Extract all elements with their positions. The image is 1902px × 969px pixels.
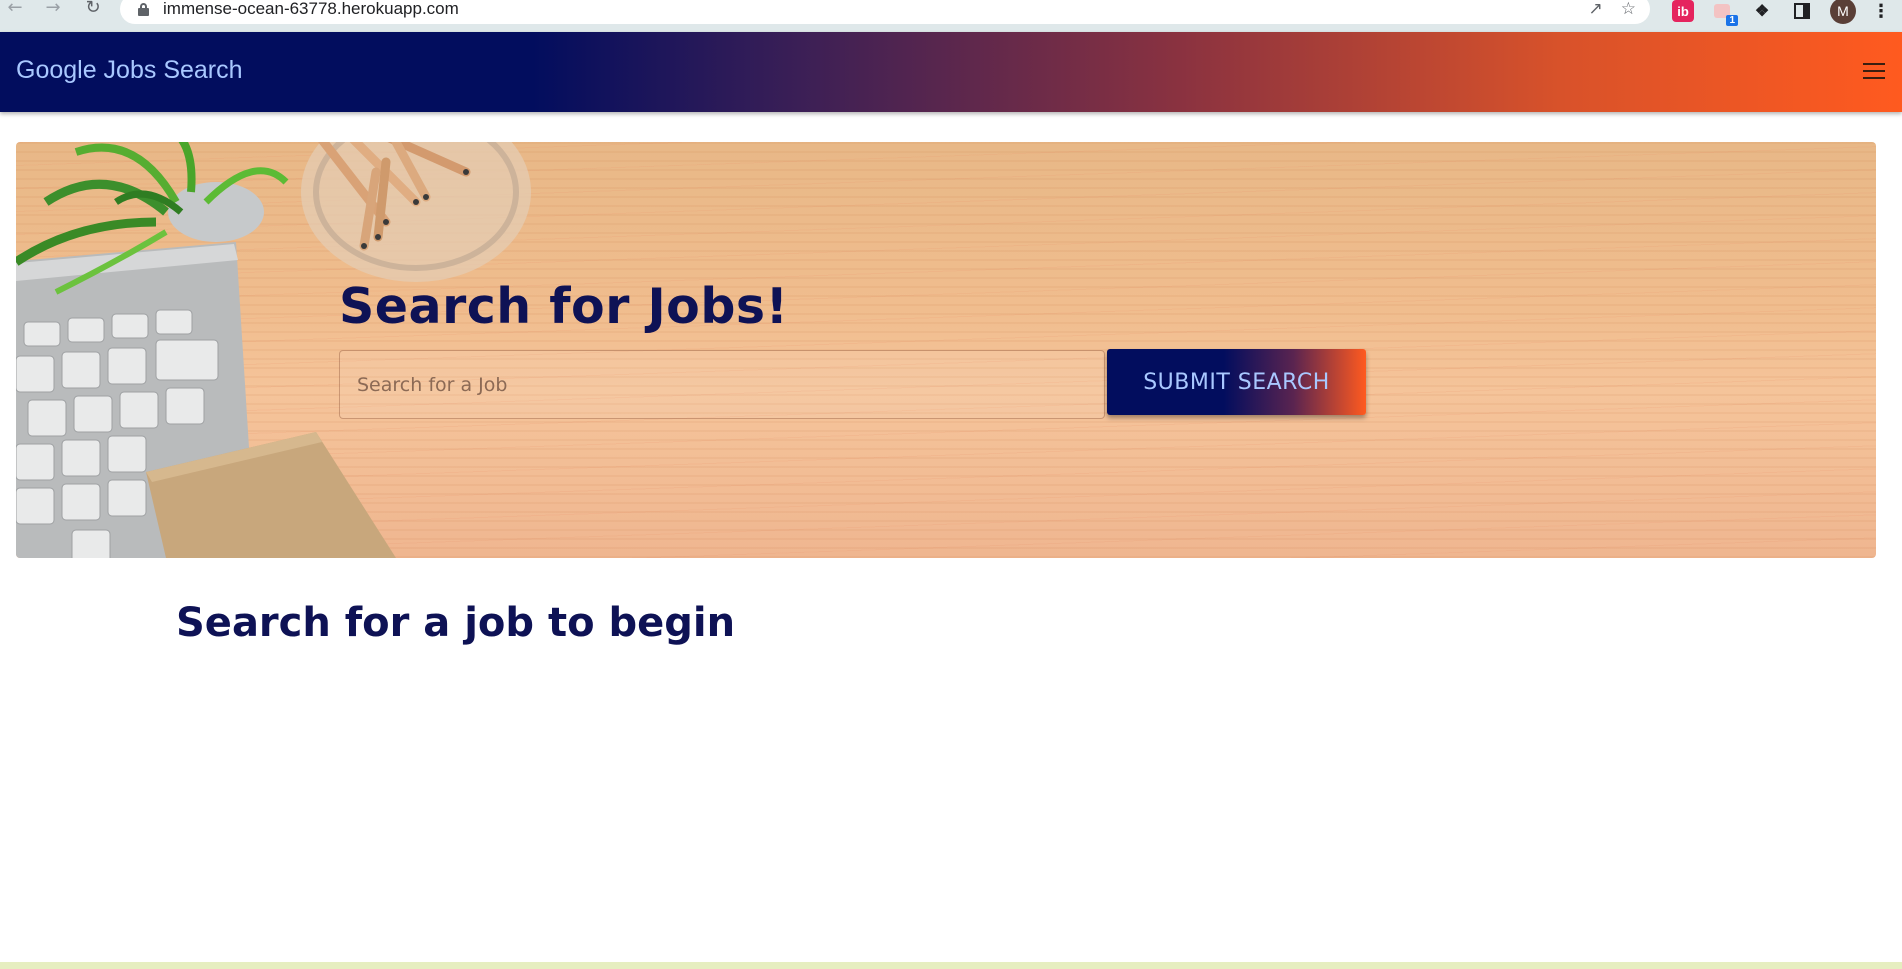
bottom-strip [0, 962, 1902, 969]
ib-extension-icon[interactable]: ib [1672, 0, 1694, 22]
back-icon[interactable]: ← [0, 0, 30, 20]
submit-search-button[interactable]: SUBMIT SEARCH [1107, 349, 1366, 415]
side-panel-icon[interactable] [1790, 0, 1814, 22]
job-search-input[interactable] [339, 350, 1105, 419]
browser-toolbar: ← → ↻ immense-ocean-63778.herokuapp.com … [0, 0, 1902, 32]
url-text: immense-ocean-63778.herokuapp.com [163, 0, 459, 18]
brand-link[interactable]: Google Jobs Search [16, 56, 243, 85]
hero-banner: Search for Jobs! SUBMIT SEARCH [16, 142, 1876, 558]
empty-state-message: Search for a job to begin [176, 600, 736, 646]
reload-icon[interactable]: ↻ [78, 0, 108, 20]
hero-title: Search for Jobs! [339, 278, 789, 335]
pencil-jar-illustration [301, 142, 531, 282]
app-navbar: Google Jobs Search [0, 32, 1902, 112]
address-bar[interactable]: immense-ocean-63778.herokuapp.com ↗ ☆ [120, 0, 1650, 24]
extension-badge-icon[interactable]: 1 [1710, 0, 1738, 26]
puzzle-extensions-icon[interactable]: ❖ [1750, 0, 1774, 22]
bookmark-star-icon[interactable]: ☆ [1621, 0, 1636, 19]
share-icon[interactable]: ↗ [1589, 0, 1603, 19]
extensions-bar: ib 1 ❖ M ⋮ [1672, 0, 1902, 26]
more-menu-icon[interactable]: ⋮ [1872, 1, 1890, 22]
extension-badge-count: 1 [1726, 15, 1738, 26]
profile-avatar[interactable]: M [1830, 0, 1856, 24]
hamburger-menu-icon[interactable] [1863, 63, 1885, 81]
lock-icon[interactable] [138, 2, 149, 16]
forward-icon[interactable]: → [38, 0, 68, 20]
